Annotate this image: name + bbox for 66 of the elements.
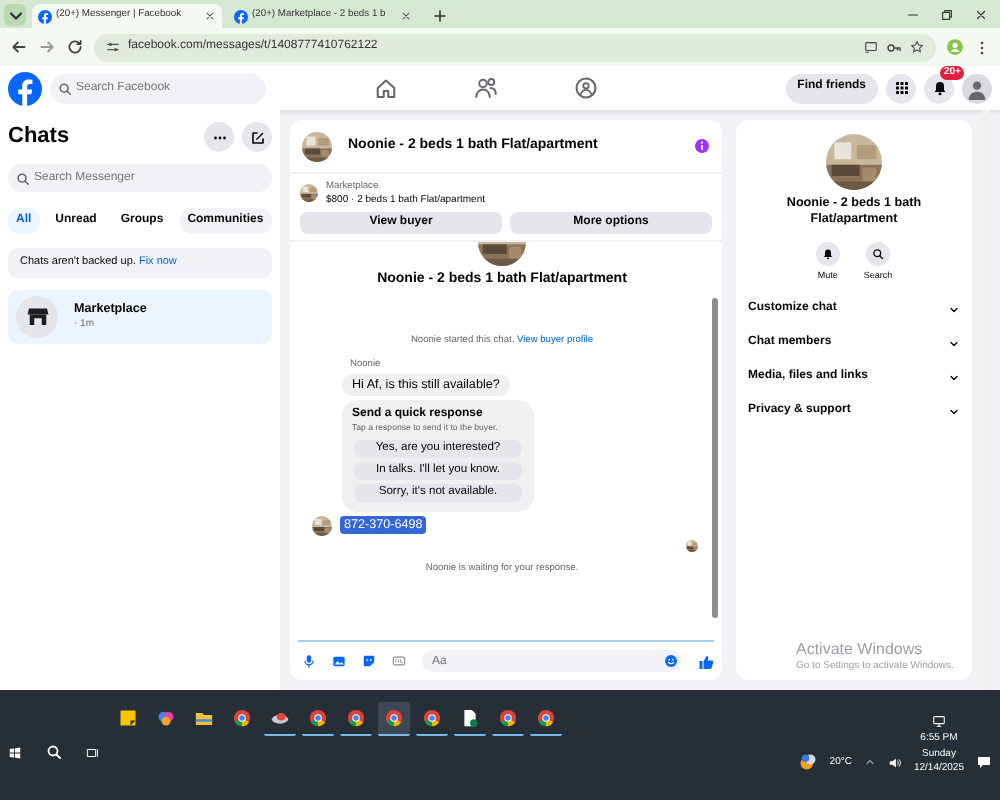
- reload-icon[interactable]: [66, 38, 84, 56]
- chevron-up-icon[interactable]: [863, 756, 876, 768]
- sticker-icon[interactable]: [362, 654, 376, 668]
- compose-icon: [249, 129, 265, 145]
- browser-icon: [422, 708, 442, 728]
- chevron-icon: [948, 371, 960, 384]
- thumbs-up-icon[interactable]: [698, 653, 714, 669]
- browser-icon: [498, 708, 518, 728]
- notification-icon[interactable]: [976, 754, 992, 770]
- bell-icon: [931, 80, 947, 96]
- star-icon[interactable]: [910, 40, 924, 54]
- search-icon: [871, 248, 884, 261]
- gif-icon[interactable]: [392, 654, 406, 668]
- account-button[interactable]: [962, 73, 992, 103]
- swirl-icon: [156, 708, 176, 728]
- display-icon[interactable]: [931, 714, 946, 729]
- chevron-icon: [948, 337, 960, 350]
- notifications-button[interactable]: [924, 73, 954, 103]
- start-icon[interactable]: [8, 745, 22, 759]
- grid-icon: [893, 80, 909, 96]
- browser-icon: [384, 708, 404, 728]
- site-settings-icon[interactable]: [106, 40, 120, 54]
- info-icon[interactable]: [694, 138, 710, 154]
- new-tab-icon[interactable]: [432, 8, 448, 24]
- new-message-button[interactable]: [242, 122, 272, 152]
- groups-icon[interactable]: [573, 76, 598, 100]
- restore-icon[interactable]: [940, 7, 954, 21]
- install-icon[interactable]: [864, 40, 878, 54]
- forward-icon[interactable]: [38, 38, 56, 56]
- search-icon[interactable]: [46, 744, 62, 760]
- search-icon: [16, 171, 30, 185]
- image-icon[interactable]: [332, 654, 346, 668]
- folder-icon: [194, 708, 214, 728]
- scrollbar[interactable]: [712, 297, 718, 618]
- bell-icon: [821, 248, 834, 261]
- facebook-logo-icon: [38, 9, 52, 23]
- close-icon: [204, 10, 216, 22]
- chevron-icon: [948, 405, 960, 418]
- activation-title: Activate Windows: [796, 640, 925, 660]
- facebook-logo-icon: [234, 9, 248, 23]
- home-icon[interactable]: [373, 76, 398, 100]
- people-icon[interactable]: [473, 76, 498, 100]
- close-icon: [400, 10, 412, 22]
- sidebar-title: Chats: [8, 123, 72, 151]
- emoji-icon[interactable]: [664, 654, 678, 668]
- close-icon[interactable]: [974, 7, 988, 21]
- sticky-note-icon: [118, 708, 138, 728]
- browser-icon: [232, 708, 252, 728]
- document-icon: [460, 708, 480, 728]
- microphone-icon[interactable]: [302, 654, 316, 668]
- facebook-logo-icon[interactable]: [8, 71, 42, 105]
- tab-search-button[interactable]: [4, 4, 26, 26]
- chevron-icon: [948, 303, 960, 316]
- browser-icon: [346, 708, 366, 728]
- back-icon[interactable]: [10, 38, 28, 56]
- browser-icon: [308, 708, 328, 728]
- person-icon: [966, 77, 988, 99]
- task-view-icon[interactable]: [86, 745, 100, 759]
- search-icon: [58, 81, 72, 95]
- store-icon: [25, 304, 49, 329]
- menu-button[interactable]: [886, 73, 916, 103]
- speaker-icon[interactable]: [887, 755, 902, 769]
- cloud-icon: [270, 708, 290, 728]
- browser-icon: [536, 708, 556, 728]
- key-icon[interactable]: [886, 39, 902, 55]
- weather-icon[interactable]: [797, 752, 818, 772]
